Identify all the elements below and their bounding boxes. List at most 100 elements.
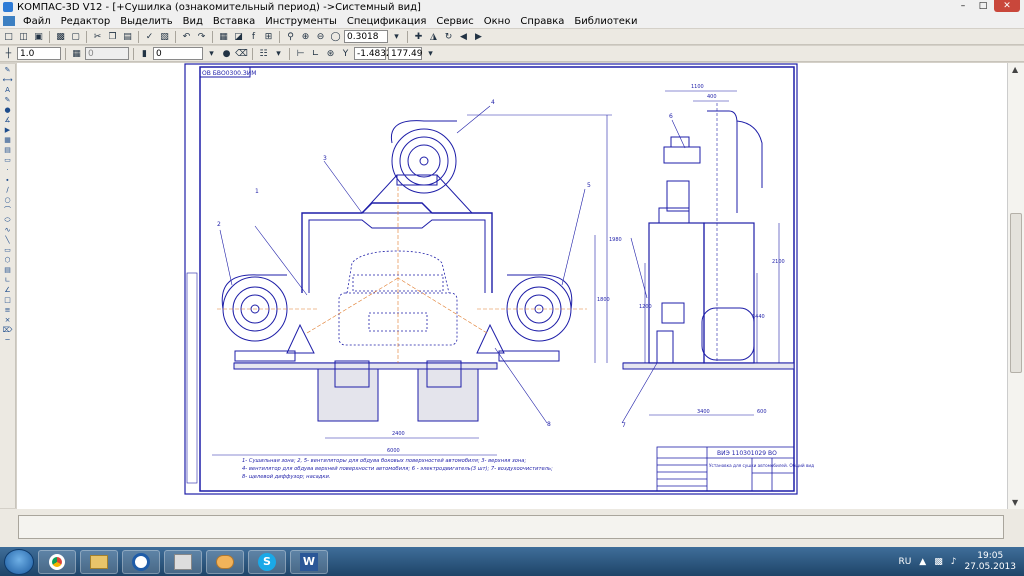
dropdown-icon[interactable]: ▾	[272, 47, 285, 60]
select-icon[interactable]: ▶	[3, 126, 13, 135]
pan-icon[interactable]: ✚	[412, 30, 425, 43]
kompas-taskbar-icon[interactable]	[122, 549, 160, 574]
scroll-up-icon[interactable]: ▲	[1012, 65, 1018, 74]
rectangle-icon[interactable]: ▭	[3, 246, 13, 255]
edit-icon[interactable]: ✎	[3, 96, 13, 105]
menu-help[interactable]: Справка	[515, 16, 569, 27]
menu-file[interactable]: Файл	[18, 16, 56, 27]
save-icon[interactable]: ▣	[32, 30, 45, 43]
document-manager-icon[interactable]: ▧	[158, 30, 171, 43]
scroll-thumb[interactable]	[1010, 213, 1022, 373]
menu-service[interactable]: Сервис	[431, 16, 478, 27]
color-icon[interactable]: ●	[220, 47, 233, 60]
fillet-icon[interactable]: ∟	[3, 276, 13, 285]
chrome-taskbar-icon[interactable]	[38, 549, 76, 574]
ellipse-icon[interactable]: ⬭	[3, 216, 13, 225]
open-file-icon[interactable]: ◫	[17, 30, 30, 43]
dropdown-icon[interactable]: ▾	[205, 47, 218, 60]
grid-icon[interactable]: ⊞	[262, 30, 275, 43]
symbols-icon[interactable]: A	[3, 86, 13, 95]
scroll-down-icon[interactable]: ▼	[1012, 498, 1018, 507]
manager-icon[interactable]: ▦	[217, 30, 230, 43]
style-field[interactable]: 0	[153, 47, 203, 60]
arc-icon[interactable]: ⌒	[3, 206, 13, 215]
tray-arrow-icon[interactable]: ▲	[919, 557, 926, 567]
hp-taskbar-icon[interactable]	[164, 549, 202, 574]
previous-view-icon[interactable]: ◀	[457, 30, 470, 43]
zoom-field[interactable]: 0.3018	[344, 30, 388, 43]
spline-icon[interactable]: ∿	[3, 226, 13, 235]
reports-icon[interactable]: ▤	[3, 146, 13, 155]
document-icon[interactable]	[3, 16, 15, 26]
menu-window[interactable]: Окно	[479, 16, 516, 27]
snap-icon[interactable]: ⊛	[324, 47, 337, 60]
coord-y-field[interactable]: 177.49	[388, 47, 423, 60]
dimensions-icon[interactable]: ⟷	[3, 76, 13, 85]
eraser-icon[interactable]: ⌫	[235, 47, 248, 60]
grid-toggle-icon[interactable]: ☷	[257, 47, 270, 60]
dropdown-icon[interactable]: ▾	[390, 30, 403, 43]
polygon-icon[interactable]: ⬡	[3, 256, 13, 265]
drawing-canvas[interactable]: ОВ БВО0300.ЗИМ 1 2 3 4 5 6 7 8 1100 400 …	[17, 63, 1007, 509]
start-button[interactable]	[4, 548, 34, 575]
coord-x-field[interactable]: -1.4832	[354, 47, 392, 60]
point-icon[interactable]: ∙	[3, 176, 13, 185]
trim-icon[interactable]: ⨯	[3, 316, 13, 325]
word-taskbar-icon[interactable]: W	[290, 549, 328, 574]
redo-icon[interactable]: ↷	[195, 30, 208, 43]
polyline-icon[interactable]: ╲	[3, 236, 13, 245]
skype-taskbar-icon[interactable]: S	[248, 549, 286, 574]
hatch-icon[interactable]: ▤	[3, 266, 13, 275]
menu-select[interactable]: Выделить	[115, 16, 177, 27]
preview-icon[interactable]: ▢	[69, 30, 82, 43]
volume-icon[interactable]: ♪	[951, 557, 957, 567]
cut-icon[interactable]: ✂	[91, 30, 104, 43]
library-icon[interactable]: ◪	[232, 30, 245, 43]
chamfer-icon[interactable]: ∠	[3, 286, 13, 295]
layer-field[interactable]: 0	[85, 47, 129, 60]
menu-libraries[interactable]: Библиотеки	[569, 16, 642, 27]
menu-specification[interactable]: Спецификация	[342, 16, 432, 27]
break-icon[interactable]: ⌦	[3, 326, 13, 335]
measure-icon[interactable]: ∡	[3, 116, 13, 125]
minimize-button[interactable]: –	[954, 0, 972, 12]
aux-line-icon[interactable]: ─	[3, 336, 13, 345]
menu-tools[interactable]: Инструменты	[260, 16, 342, 27]
new-file-icon[interactable]: □	[2, 30, 15, 43]
contour-icon[interactable]: □	[3, 296, 13, 305]
undo-icon[interactable]: ↶	[180, 30, 193, 43]
spec-icon[interactable]: ▦	[3, 136, 13, 145]
maximize-button[interactable]: □	[974, 0, 992, 12]
equidistant-icon[interactable]: ≡	[3, 306, 13, 315]
parametrize-icon[interactable]: ●	[3, 106, 13, 115]
properties-icon[interactable]: ✓	[143, 30, 156, 43]
paste-icon[interactable]: ▤	[121, 30, 134, 43]
show-all-icon[interactable]: ◮	[427, 30, 440, 43]
insert-icon[interactable]: ▭	[3, 156, 13, 165]
segment-icon[interactable]: ∕	[3, 186, 13, 195]
clock[interactable]: 19:05 27.05.2013	[964, 551, 1016, 573]
menu-editor[interactable]: Редактор	[56, 16, 116, 27]
zoom-in-icon[interactable]: ⊕	[299, 30, 312, 43]
zoom-scale-icon[interactable]: ◯	[329, 30, 342, 43]
refresh-icon[interactable]: ↻	[442, 30, 455, 43]
next-view-icon[interactable]: ▶	[472, 30, 485, 43]
copy-icon[interactable]: ❐	[106, 30, 119, 43]
menu-insert[interactable]: Вставка	[208, 16, 260, 27]
explorer-taskbar-icon[interactable]	[80, 549, 118, 574]
command-panel[interactable]	[18, 515, 1004, 539]
local-cs-icon[interactable]: ⊢	[294, 47, 307, 60]
dropdown-icon[interactable]: ▾	[424, 47, 437, 60]
zoom-window-icon[interactable]: ⚲	[284, 30, 297, 43]
network-icon[interactable]: ▩	[934, 557, 943, 567]
variables-icon[interactable]: f	[247, 30, 260, 43]
zoom-out-icon[interactable]: ⊖	[314, 30, 327, 43]
step-field[interactable]: 1.0	[17, 47, 61, 60]
style-icon[interactable]: ▮	[138, 47, 151, 60]
menu-view[interactable]: Вид	[178, 16, 208, 27]
language-indicator[interactable]: RU	[898, 557, 911, 567]
close-button[interactable]: ✕	[994, 0, 1020, 12]
ortho-icon[interactable]: ∟	[309, 47, 322, 60]
print-icon[interactable]: ▩	[54, 30, 67, 43]
paint-taskbar-icon[interactable]	[206, 549, 244, 574]
